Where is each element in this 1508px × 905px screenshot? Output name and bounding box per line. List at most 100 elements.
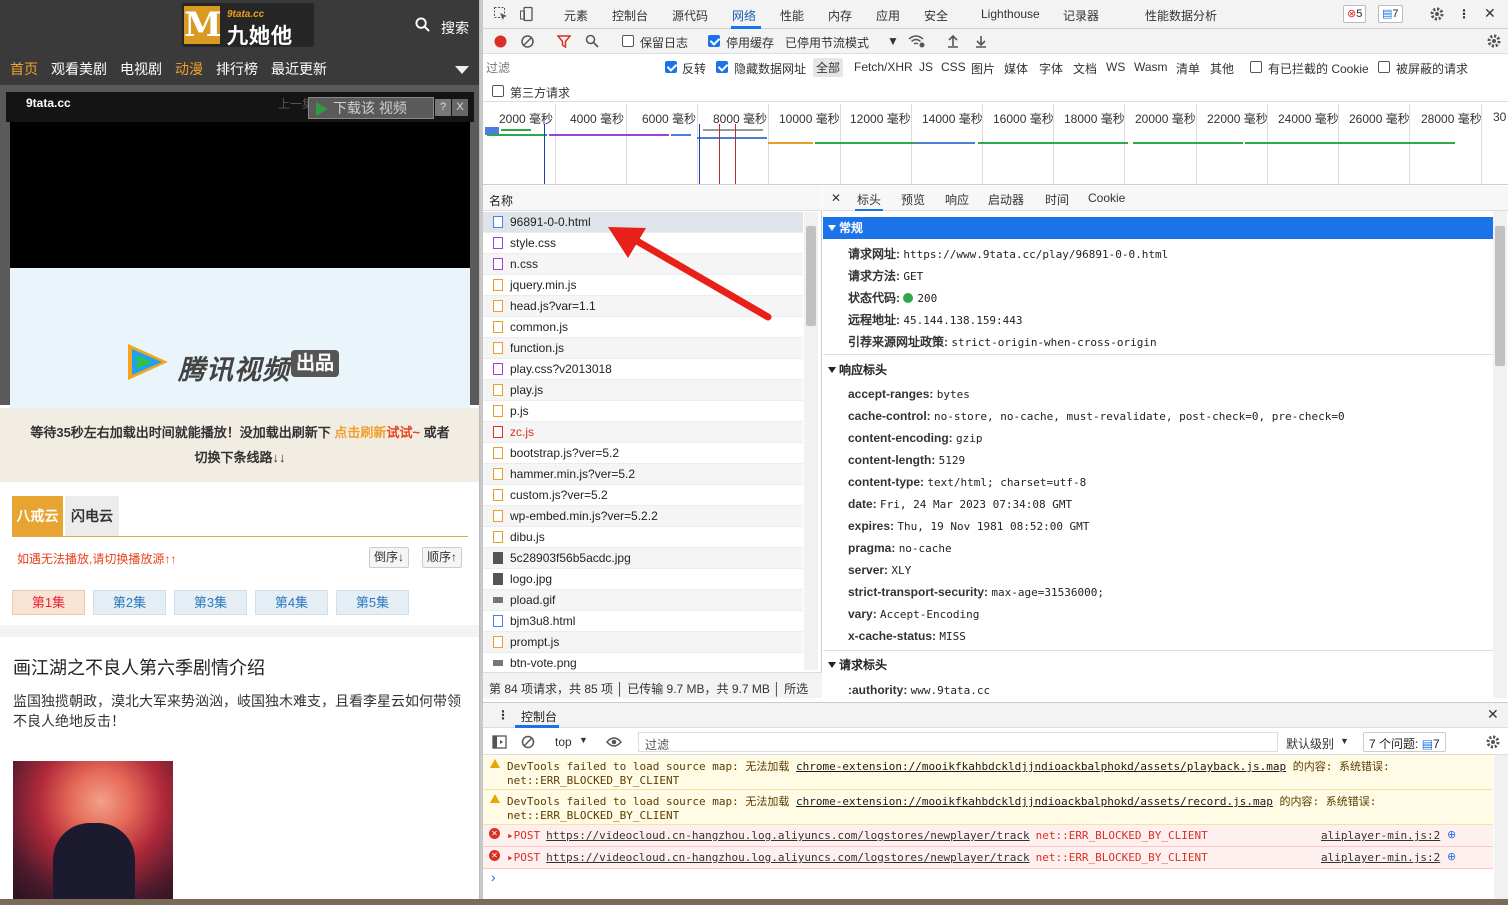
clear-console-icon[interactable] (521, 735, 535, 749)
nav-ranking[interactable]: 排行榜 (216, 59, 258, 79)
request-headers-section-header[interactable]: 请求标头 (823, 654, 1493, 676)
console-filter-input[interactable]: 过滤 (638, 732, 1278, 752)
source-tab-bajieyun[interactable]: 八戒云 (12, 496, 63, 536)
type-filter-ws[interactable]: WS (1106, 60, 1125, 74)
tab-response[interactable]: 响应 (945, 191, 969, 208)
close-devtools-icon[interactable]: ✕ (1484, 5, 1496, 22)
refresh-link[interactable]: 点击刷新 (334, 425, 386, 440)
tab-security[interactable]: 安全 (924, 7, 948, 24)
tab-lighthouse[interactable]: Lighthouse (981, 7, 1040, 21)
help-icon[interactable]: ? (435, 99, 451, 116)
episode-2[interactable]: 第2集 (93, 590, 166, 615)
drawer-menu-icon[interactable]: ⋮ (497, 708, 509, 722)
type-filter-img[interactable]: 图片 (971, 60, 995, 77)
name-column-header[interactable]: 名称 (483, 186, 822, 211)
type-filter-wasm[interactable]: Wasm (1134, 60, 1168, 74)
sort-asc-button[interactable]: 顺序↑ (422, 547, 463, 568)
tab-console[interactable]: 控制台 (612, 7, 648, 24)
type-filter-manifest[interactable]: 清单 (1176, 60, 1200, 77)
request-row[interactable]: bootstrap.js?ver=5.2 (483, 443, 803, 464)
console-scrollbar[interactable] (1494, 755, 1508, 905)
preserve-log-checkbox[interactable] (622, 35, 634, 47)
response-headers-section-header[interactable]: 响应标头 (823, 359, 1493, 381)
filter-icon[interactable] (557, 35, 571, 48)
nav-anime[interactable]: 动漫 (175, 59, 203, 79)
tab-headers[interactable]: 标头 (857, 191, 881, 208)
throttling-select[interactable]: 已停用节流模式 (785, 34, 869, 51)
search-network-icon[interactable] (585, 34, 599, 48)
type-filter-js[interactable]: JS (919, 60, 933, 74)
invert-checkbox[interactable] (665, 61, 677, 73)
settings-gear-icon[interactable] (1429, 6, 1445, 22)
chevron-down-icon[interactable]: ▼ (887, 34, 899, 48)
third-party-checkbox[interactable] (492, 85, 504, 97)
poster-image[interactable] (13, 761, 173, 905)
clear-icon[interactable] (521, 35, 534, 48)
more-options-icon[interactable]: ⋮ (1458, 7, 1470, 21)
console-message[interactable]: ✕ ▸POST https://videocloud.cn-hangzhou.log… (483, 847, 1493, 869)
network-settings-gear-icon[interactable] (1486, 33, 1502, 49)
inspect-element-icon[interactable] (493, 6, 509, 22)
chevron-down-icon[interactable]: ▼ (1340, 736, 1349, 746)
request-row[interactable]: zc.js (483, 422, 803, 443)
tab-sources[interactable]: 源代码 (672, 7, 708, 24)
request-row[interactable]: prompt.js (483, 632, 803, 653)
request-row[interactable]: p.js (483, 401, 803, 422)
network-overview-timeline[interactable]: 2000 毫秒 4000 毫秒 6000 毫秒 8000 毫秒 10000 毫秒… (483, 102, 1508, 185)
request-row[interactable]: play.js (483, 380, 803, 401)
console-message[interactable]: ✕ ▸POST https://videocloud.cn-hangzhou.log… (483, 825, 1493, 847)
log-level-select[interactable]: 默认级别 (1286, 735, 1334, 752)
context-select[interactable]: top (555, 735, 572, 749)
episode-4[interactable]: 第4集 (255, 590, 328, 615)
network-request-icon[interactable]: ⊕ (1447, 850, 1456, 863)
tab-network[interactable]: 网络 (732, 7, 756, 24)
eye-icon[interactable] (606, 736, 622, 748)
sidebar-toggle-icon[interactable] (492, 735, 507, 749)
download-video-button[interactable]: 下载该 视频 (308, 97, 434, 119)
request-url-link[interactable]: https://videocloud.cn-hangzhou.log.aliyu… (546, 851, 1029, 864)
nav-home[interactable]: 首页 (10, 59, 38, 79)
tab-performance-insights[interactable]: 性能数据分析 (1145, 7, 1217, 24)
episode-5[interactable]: 第5集 (336, 590, 409, 615)
request-row[interactable]: wp-embed.min.js?ver=5.2.2 (483, 506, 803, 527)
record-icon[interactable] (494, 35, 507, 48)
details-scrollbar-thumb[interactable] (1495, 226, 1505, 366)
console-message[interactable]: DevTools failed to load source map: 无法加载… (483, 755, 1493, 790)
source-map-link[interactable]: chrome-extension://mooikfkahbdckldjjndio… (796, 760, 1286, 773)
network-conditions-icon[interactable] (908, 34, 926, 48)
type-filter-media[interactable]: 媒体 (1004, 60, 1028, 77)
blocked-requests-checkbox[interactable] (1378, 61, 1390, 73)
source-map-link[interactable]: chrome-extension://mooikfkahbdckldjjndio… (796, 795, 1273, 808)
network-request-icon[interactable]: ⊕ (1447, 828, 1456, 841)
request-row[interactable]: logo.jpg (483, 569, 803, 590)
scrollbar-thumb[interactable] (806, 226, 816, 326)
request-row[interactable]: pload.gif (483, 590, 803, 611)
request-row[interactable]: 5c28903f56b5acdc.jpg (483, 548, 803, 569)
request-url-link[interactable]: https://videocloud.cn-hangzhou.log.aliyu… (546, 829, 1029, 842)
device-toggle-icon[interactable] (519, 6, 535, 22)
request-row[interactable]: function.js (483, 338, 803, 359)
console-message[interactable]: DevTools failed to load source map: 无法加载… (483, 790, 1493, 825)
import-har-icon[interactable] (947, 34, 959, 48)
tab-timing[interactable]: 时间 (1045, 191, 1069, 208)
network-filter-input[interactable] (486, 58, 651, 77)
blocked-cookies-checkbox[interactable] (1250, 61, 1262, 73)
console-settings-gear-icon[interactable] (1485, 734, 1501, 750)
tab-preview[interactable]: 预览 (901, 191, 925, 208)
request-row[interactable]: btn-vote.png (483, 653, 803, 670)
error-count-badge[interactable]: ⊗5 (1343, 5, 1367, 23)
tab-memory[interactable]: 内存 (828, 7, 852, 24)
video-area[interactable] (10, 122, 470, 268)
search-icon[interactable] (415, 17, 430, 32)
hide-data-urls-checkbox[interactable] (716, 61, 728, 73)
tab-recorder[interactable]: 记录器 (1063, 7, 1099, 24)
tab-performance[interactable]: 性能 (780, 7, 804, 24)
type-filter-other[interactable]: 其他 (1210, 60, 1234, 77)
episode-1[interactable]: 第1集 (12, 590, 85, 615)
tab-initiator[interactable]: 启动器 (988, 191, 1024, 208)
sort-desc-button[interactable]: 倒序↓ (369, 547, 410, 568)
export-har-icon[interactable] (975, 34, 987, 48)
search-link[interactable]: 搜索 (441, 18, 469, 38)
nav-tv[interactable]: 电视剧 (120, 59, 162, 79)
tab-elements[interactable]: 元素 (564, 7, 588, 24)
